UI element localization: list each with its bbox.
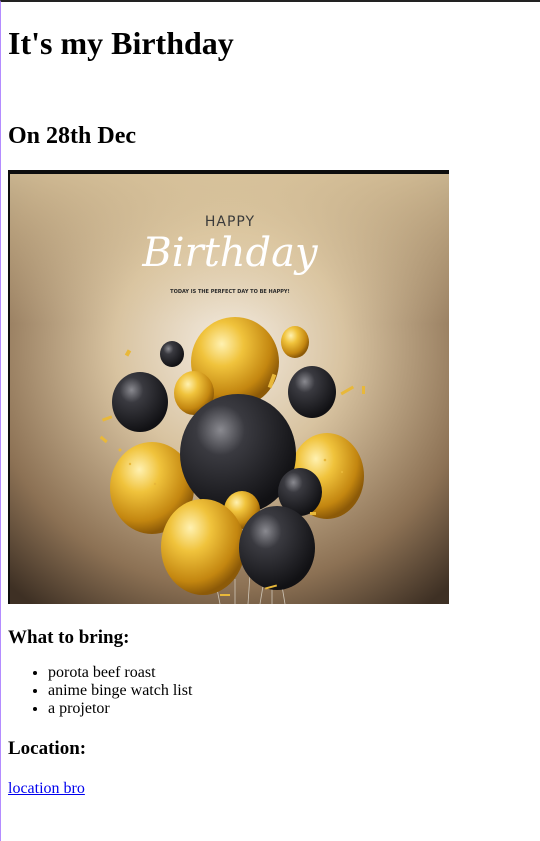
- bring-list: porota beef roast anime binge watch list…: [8, 664, 540, 718]
- list-item: anime binge watch list: [48, 682, 540, 700]
- list-item: a projetor: [48, 700, 540, 718]
- bring-heading: What to bring:: [8, 627, 130, 648]
- banner-happy-text: HAPPY: [205, 214, 255, 230]
- birthday-banner-image: HAPPY Birthday TODAY IS THE PERFECT DAY …: [8, 170, 449, 604]
- date-heading: On 28th Dec: [8, 123, 136, 149]
- list-item: porota beef roast: [48, 664, 540, 682]
- location-heading: Location:: [8, 738, 87, 759]
- location-link[interactable]: location bro: [8, 780, 85, 798]
- page-title: It's my Birthday: [8, 25, 234, 61]
- banner-tagline-text: TODAY IS THE PERFECT DAY TO BE HAPPY!: [170, 289, 290, 295]
- banner-birthday-text: Birthday: [141, 230, 319, 276]
- page-content: It's my Birthday On 28th Dec HAPPY Birth…: [1, 23, 540, 798]
